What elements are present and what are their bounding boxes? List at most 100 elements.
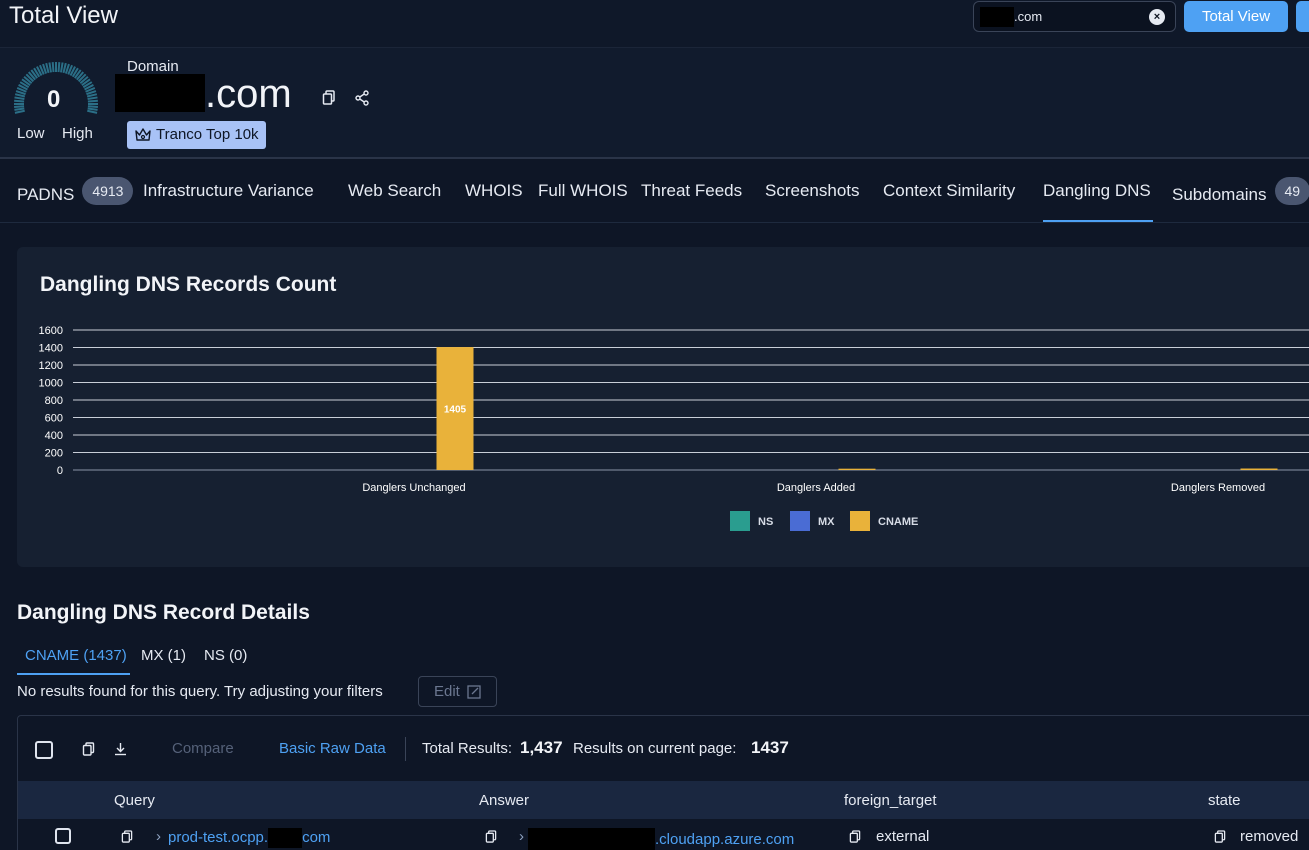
- gauge-tick: [62, 62, 67, 74]
- tab-count-badge: 4913: [82, 177, 134, 205]
- legend-swatch-cname: [850, 511, 870, 531]
- edit-label: Edit: [434, 683, 460, 700]
- answer-value[interactable]: .cloudapp.azure.com: [528, 828, 794, 850]
- chart-card: Dangling DNS Records Count 0 200 400 600 800…: [17, 247, 1309, 567]
- redacted-block: [980, 7, 1014, 27]
- tab-screenshots[interactable]: Screenshots: [765, 181, 860, 201]
- gauge-tick: [14, 107, 25, 111]
- total-view-button[interactable]: Total View: [1184, 1, 1288, 32]
- y-tick-label: 400: [45, 430, 63, 442]
- y-tick-label: 800: [45, 395, 63, 407]
- gauge-tick: [87, 105, 98, 108]
- subtab-mx[interactable]: MX (1): [141, 647, 186, 664]
- redacted-block: [115, 74, 205, 112]
- edit-button[interactable]: Edit: [418, 676, 497, 707]
- secondary-button[interactable]: [1296, 1, 1309, 32]
- legend-label-cname: CNAME: [878, 516, 918, 528]
- y-tick-label: 1600: [39, 325, 63, 337]
- gauge-tick: [14, 99, 25, 103]
- copy-icon[interactable]: [121, 830, 133, 844]
- bar-cname: [1240, 468, 1278, 470]
- tab-threat-feeds[interactable]: Threat Feeds: [641, 181, 742, 201]
- y-tick-label: 0: [57, 465, 63, 477]
- basic-raw-data-button[interactable]: Basic Raw Data: [279, 740, 386, 757]
- share-icon[interactable]: [355, 90, 369, 106]
- tab-label: Screenshots: [765, 181, 860, 200]
- query-value[interactable]: prod-test.ocpp. com: [168, 828, 330, 848]
- tab-infrastructure-variance[interactable]: Infrastructure Variance: [143, 181, 314, 201]
- table-header: Query Answer foreign_target state: [18, 781, 1309, 819]
- tab-web-search[interactable]: Web Search: [348, 181, 441, 201]
- tab-whois[interactable]: WHOIS: [465, 181, 523, 201]
- gauge-tick: [87, 109, 98, 114]
- gauge-tick: [14, 109, 25, 114]
- crown-icon: [135, 128, 151, 141]
- copy-icon[interactable]: [82, 742, 95, 757]
- gauge-tick: [87, 96, 98, 100]
- row-checkbox[interactable]: [55, 828, 71, 844]
- state-value: removed: [1240, 828, 1299, 845]
- copy-icon[interactable]: [485, 830, 497, 844]
- legend-swatch-mx: [790, 511, 810, 531]
- data-label: 1405: [444, 405, 467, 416]
- active-subtab-indicator: [17, 673, 130, 675]
- page-results-label: Results on current page:: [573, 740, 737, 757]
- column-header-foreign-target[interactable]: foreign_target: [844, 792, 937, 809]
- clear-icon[interactable]: ×: [1149, 9, 1165, 25]
- tab-context-similarity[interactable]: Context Similarity: [883, 181, 1015, 201]
- tab-padns[interactable]: PADNS 4913: [17, 177, 134, 209]
- tab-dangling-dns[interactable]: Dangling DNS: [1043, 181, 1151, 201]
- bar-cname: [838, 468, 876, 470]
- tab-label: Full WHOIS: [538, 181, 628, 200]
- copy-icon[interactable]: [322, 90, 336, 106]
- x-tick-label: Danglers Removed: [1171, 482, 1265, 494]
- gauge-tick: [87, 99, 98, 103]
- edit-icon: [467, 685, 481, 699]
- search-value: .com: [1014, 9, 1043, 24]
- download-icon[interactable]: [114, 742, 127, 756]
- query-suffix: com: [302, 828, 331, 846]
- subtab-cname[interactable]: CNAME (1437): [25, 647, 127, 664]
- results-table: Compare Basic Raw Data Total Results: 1,…: [17, 715, 1309, 850]
- gauge-tick: [48, 62, 52, 73]
- top-bar: Total View .com × Total View: [0, 0, 1309, 48]
- y-tick-label: 1200: [39, 360, 63, 372]
- copy-icon[interactable]: [849, 830, 861, 844]
- y-tick-label: 1400: [39, 343, 63, 355]
- tab-label: PADNS: [17, 185, 75, 204]
- gauge-high-label: High: [62, 125, 93, 142]
- tranco-badge: Tranco Top 10k: [127, 121, 266, 149]
- gauge-tick: [57, 62, 61, 73]
- active-tab-indicator: [1043, 220, 1153, 222]
- column-header-answer[interactable]: Answer: [479, 792, 529, 809]
- expand-icon[interactable]: ›: [519, 828, 524, 845]
- search-input[interactable]: .com ×: [973, 1, 1176, 32]
- gauge-low-label: Low: [17, 125, 45, 142]
- risk-score: 0: [47, 86, 61, 113]
- details-title: Dangling DNS Record Details: [17, 601, 310, 624]
- gauge-tick: [86, 93, 98, 98]
- gauge-tick: [87, 107, 98, 111]
- page-results-value: 1437: [751, 738, 789, 757]
- column-header-state[interactable]: state: [1208, 792, 1241, 809]
- x-tick-label: Danglers Added: [777, 482, 855, 494]
- tab-label: Subdomains: [1172, 185, 1267, 204]
- tab-subdomains[interactable]: Subdomains 49: [1172, 177, 1309, 209]
- tab-label: Context Similarity: [883, 181, 1016, 200]
- x-tick-label: Danglers Unchanged: [362, 482, 465, 494]
- compare-button[interactable]: Compare: [172, 740, 234, 757]
- copy-icon[interactable]: [1214, 830, 1226, 844]
- dangling-dns-chart: 0 200 400 600 800 1000 1200 1400 1600 Danglers Un…: [39, 325, 1309, 531]
- column-header-query[interactable]: Query: [114, 792, 155, 809]
- gauge-tick: [14, 93, 26, 98]
- answer-suffix: .cloudapp.azure.com: [655, 830, 795, 848]
- tab-label: Threat Feeds: [641, 181, 743, 200]
- expand-icon[interactable]: ›: [156, 828, 161, 845]
- select-all-checkbox[interactable]: [35, 741, 53, 759]
- subtab-ns[interactable]: NS (0): [204, 647, 247, 664]
- tab-full-whois[interactable]: Full WHOIS: [538, 181, 628, 201]
- y-tick-label: 200: [45, 448, 63, 460]
- foreign-target-value: external: [876, 828, 930, 845]
- chart-title: Dangling DNS Records Count: [40, 273, 337, 296]
- total-results-value: 1,437: [520, 738, 563, 757]
